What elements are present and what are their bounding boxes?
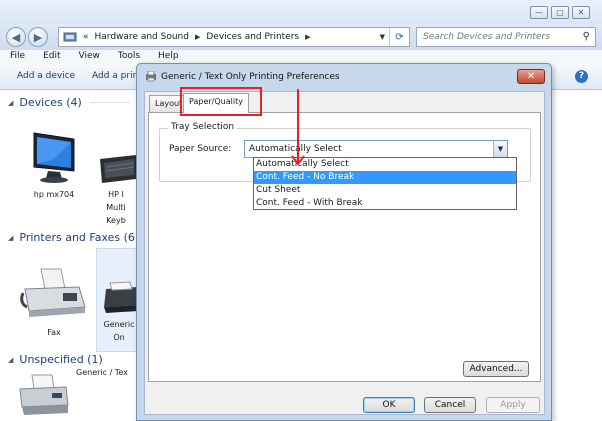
window-titlebar: — ▢ ✕ — [0, 0, 602, 24]
collapse-triangle-icon[interactable]: ◢ — [8, 99, 13, 107]
monitor-icon — [33, 132, 75, 183]
menu-file[interactable]: File — [0, 50, 33, 64]
back-button[interactable]: ◀ — [6, 27, 26, 47]
group-header-printers[interactable]: ◢ Printers and Faxes (6) — [8, 231, 139, 244]
dialog-title-text: Generic / Text Only Printing Preferences — [161, 71, 340, 82]
annotation-highlight-box — [180, 87, 262, 116]
device-tile-keyboard[interactable]: HP I Multi Keyb — [96, 153, 136, 226]
forward-arrow-icon: ▶ — [33, 30, 43, 44]
help-icon[interactable]: ? — [575, 70, 588, 83]
printer-label-fax: Fax — [47, 328, 61, 337]
printer-icon — [19, 374, 69, 415]
group-title-devices: Devices (4) — [19, 96, 82, 109]
printing-preferences-dialog: Generic / Text Only Printing Preferences… — [136, 63, 552, 421]
tray-selection-label: Tray Selection — [168, 122, 238, 132]
group-header-devices[interactable]: ◢ Devices (4) — [8, 96, 130, 109]
printer-label-generic-line2: On — [113, 333, 125, 342]
advanced-button[interactable]: Advanced... — [463, 361, 529, 377]
group-title-unspecified: Unspecified (1) — [19, 353, 103, 366]
printer-icon — [146, 71, 156, 82]
add-printer-button[interactable]: Add a print — [92, 71, 142, 81]
device-label-monitor: hp mx704 — [33, 190, 75, 199]
paper-source-selected-value: Automatically Select — [249, 144, 342, 154]
menu-help[interactable]: Help — [148, 50, 187, 64]
search-input[interactable]: Search Devices and Printers ⚲ — [416, 27, 596, 47]
dropdown-option-automatically-select[interactable]: Automatically Select — [254, 158, 516, 171]
group-divider — [89, 102, 130, 103]
dialog-close-button[interactable]: ✕ — [517, 69, 545, 84]
minimize-button[interactable]: — — [530, 6, 548, 19]
printer-label-generic-line1: Generic — [103, 320, 135, 329]
ok-button[interactable]: OK — [363, 397, 415, 413]
printer-icon — [104, 281, 138, 313]
menu-edit[interactable]: Edit — [33, 50, 68, 64]
back-arrow-icon: ◀ — [11, 30, 21, 44]
group-title-printers: Printers and Faxes (6) — [19, 231, 140, 244]
device-tile-monitor[interactable]: hp mx704 — [14, 129, 94, 200]
forward-button[interactable]: ▶ — [28, 27, 48, 47]
close-window-button[interactable]: ✕ — [572, 6, 590, 19]
refresh-icon[interactable]: ⟳ — [389, 28, 409, 46]
dropdown-option-cont-feed-with-break[interactable]: Cont. Feed - With Break — [254, 197, 516, 210]
address-bar[interactable]: « Hardware and Sound ▶ Devices and Print… — [58, 27, 410, 47]
navigation-bar: ◀ ▶ « Hardware and Sound ▶ Devices and P… — [0, 24, 602, 50]
breadcrumb-overflow[interactable]: « — [83, 32, 89, 42]
breadcrumb-chevron-icon[interactable]: ▶ — [305, 33, 310, 41]
search-placeholder: Search Devices and Printers — [423, 32, 550, 42]
group-header-unspecified[interactable]: ◢ Unspecified (1) — [8, 353, 103, 366]
menu-tools[interactable]: Tools — [108, 50, 148, 64]
apply-button[interactable]: Apply — [486, 397, 540, 413]
breadcrumb-devices-and-printers[interactable]: Devices and Printers — [206, 32, 299, 42]
chevron-down-icon[interactable]: ▼ — [493, 141, 507, 157]
printer-tile-fax[interactable]: Fax — [14, 267, 94, 338]
keyboard-icon — [100, 155, 136, 183]
paper-source-dropdown-list: Automatically Select Cont. Feed - No Bre… — [253, 157, 517, 210]
unspecified-tile-printer[interactable] — [14, 373, 74, 421]
collapse-triangle-icon[interactable]: ◢ — [8, 234, 13, 242]
device-label-keyboard-line3: Keyb — [106, 216, 126, 225]
search-icon[interactable]: ⚲ — [583, 31, 590, 42]
device-label-keyboard-line2: Multi — [106, 203, 126, 212]
fax-icon — [20, 268, 86, 317]
maximize-button[interactable]: ▢ — [551, 6, 569, 19]
breadcrumb-hardware-and-sound[interactable]: Hardware and Sound — [95, 32, 189, 42]
paper-source-select[interactable]: Automatically Select ▼ — [244, 140, 508, 158]
address-dropdown-icon[interactable]: ▼ — [380, 33, 385, 41]
dropdown-option-cut-sheet[interactable]: Cut Sheet — [254, 184, 516, 197]
collapse-triangle-icon[interactable]: ◢ — [8, 356, 13, 364]
dropdown-option-cont-feed-no-break[interactable]: Cont. Feed - No Break — [254, 171, 516, 184]
paper-source-label: Paper Source: — [169, 144, 232, 154]
printer-tile-generic[interactable]: Generic On — [100, 281, 138, 343]
unspecified-label: Generic / Tex — [76, 368, 128, 377]
device-label-keyboard-line1: HP I — [108, 190, 124, 199]
cancel-button[interactable]: Cancel — [424, 397, 476, 413]
breadcrumb-chevron-icon[interactable]: ▶ — [195, 33, 200, 41]
window-caption-buttons: — ▢ ✕ — [530, 6, 590, 19]
menu-bar: File Edit View Tools Help — [0, 50, 602, 64]
add-device-button[interactable]: Add a device — [17, 71, 75, 81]
control-panel-icon — [63, 32, 77, 42]
menu-view[interactable]: View — [69, 50, 108, 64]
dialog-title: Generic / Text Only Printing Preferences — [145, 71, 340, 82]
